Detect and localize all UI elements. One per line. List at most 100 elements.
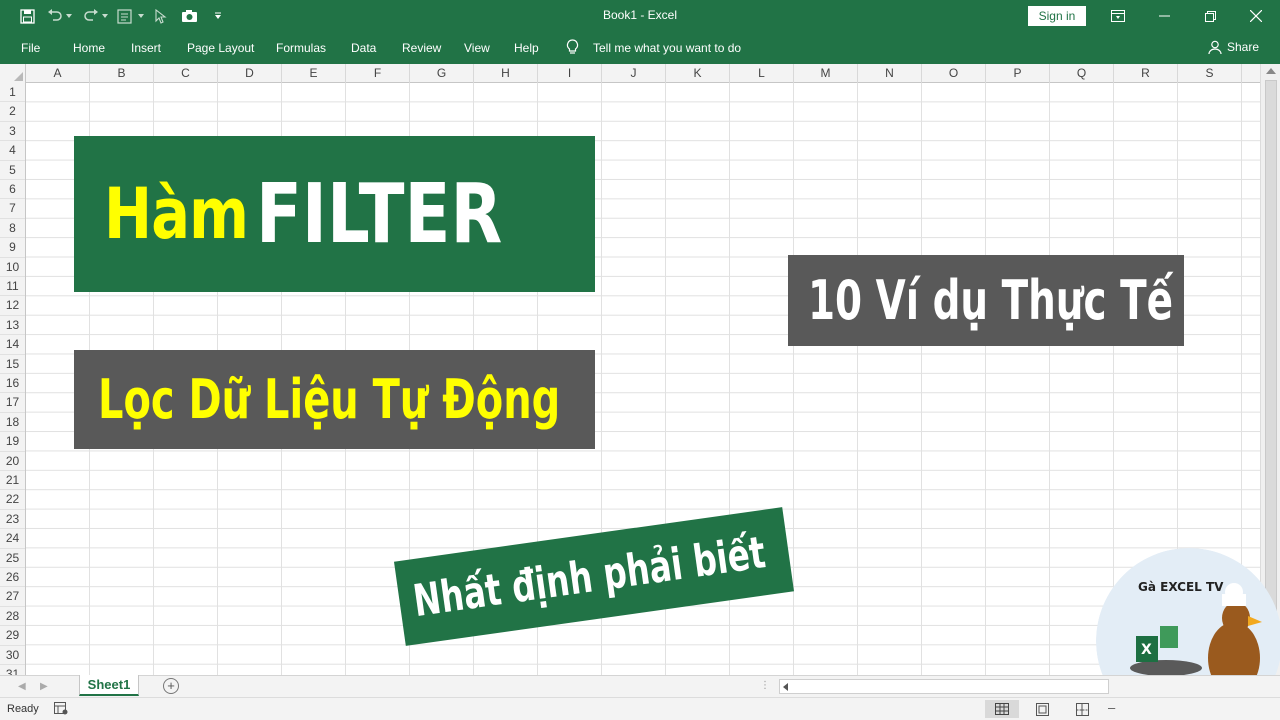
- tab-formulas[interactable]: Formulas: [276, 41, 326, 55]
- row-header[interactable]: 22: [0, 490, 25, 510]
- column-header[interactable]: S: [1178, 64, 1242, 83]
- vertical-scroll-thumb[interactable]: [1265, 80, 1277, 660]
- tab-view[interactable]: View: [464, 41, 490, 55]
- column-header[interactable]: O: [922, 64, 986, 83]
- row-header[interactable]: 3: [0, 122, 25, 142]
- select-all-corner[interactable]: [0, 64, 26, 83]
- tab-home[interactable]: Home: [73, 41, 105, 55]
- zoom-out-icon[interactable]: –: [1108, 700, 1115, 715]
- column-header[interactable]: B: [90, 64, 154, 83]
- row-header[interactable]: 21: [0, 471, 25, 491]
- sheet-tab-sheet1[interactable]: Sheet1: [79, 675, 139, 696]
- column-header[interactable]: K: [666, 64, 730, 83]
- camera-icon[interactable]: [181, 7, 198, 25]
- title-word-filter: FILTER: [255, 166, 503, 262]
- tell-me-search[interactable]: Tell me what you want to do: [593, 41, 741, 55]
- row-header[interactable]: 2: [0, 102, 25, 122]
- ribbon-display-icon[interactable]: [1103, 4, 1133, 28]
- column-header[interactable]: H: [474, 64, 538, 83]
- svg-text:X: X: [1141, 642, 1152, 658]
- close-icon[interactable]: [1241, 4, 1271, 28]
- share-label: Share: [1227, 40, 1260, 54]
- pointer-icon[interactable]: [155, 7, 167, 25]
- macro-recording-icon[interactable]: [54, 702, 68, 718]
- row-header[interactable]: 27: [0, 587, 25, 607]
- row-header[interactable]: 26: [0, 568, 25, 588]
- row-header[interactable]: 23: [0, 510, 25, 530]
- column-header[interactable]: L: [730, 64, 794, 83]
- tab-help[interactable]: Help: [514, 41, 539, 55]
- row-header[interactable]: 18: [0, 413, 25, 433]
- column-header[interactable]: E: [282, 64, 346, 83]
- row-header[interactable]: 7: [0, 199, 25, 219]
- row-header[interactable]: 8: [0, 219, 25, 239]
- page-break-view-icon[interactable]: [1065, 700, 1099, 718]
- row-header[interactable]: 11: [0, 277, 25, 297]
- sheet-next-icon[interactable]: ▶: [40, 681, 48, 692]
- lightbulb-icon[interactable]: [566, 39, 579, 61]
- row-header[interactable]: 17: [0, 393, 25, 413]
- share-button[interactable]: Share: [1208, 40, 1259, 54]
- column-header[interactable]: Q: [1050, 64, 1114, 83]
- undo-dropdown-icon[interactable]: [66, 7, 72, 25]
- column-header[interactable]: R: [1114, 64, 1178, 83]
- row-header[interactable]: 14: [0, 335, 25, 355]
- row-header[interactable]: 28: [0, 607, 25, 627]
- row-header[interactable]: 4: [0, 141, 25, 161]
- column-header[interactable]: F: [346, 64, 410, 83]
- sheet-prev-icon[interactable]: ◀: [18, 681, 26, 692]
- row-header[interactable]: 6: [0, 180, 25, 200]
- row-header[interactable]: 1: [0, 83, 25, 103]
- customize-icon[interactable]: [214, 7, 222, 25]
- redo-dropdown-icon[interactable]: [102, 7, 108, 25]
- tab-insert[interactable]: Insert: [131, 41, 161, 55]
- form-dropdown-icon[interactable]: [138, 7, 144, 25]
- title-banner: Hàm FILTER: [74, 136, 595, 292]
- row-header[interactable]: 24: [0, 529, 25, 549]
- tab-splitter-icon[interactable]: ⋮: [760, 680, 770, 691]
- sign-in-button[interactable]: Sign in: [1028, 6, 1086, 26]
- row-header[interactable]: 25: [0, 549, 25, 568]
- scroll-left-icon[interactable]: [783, 683, 788, 691]
- column-header[interactable]: C: [154, 64, 218, 83]
- row-header[interactable]: 15: [0, 355, 25, 374]
- scroll-up-icon[interactable]: [1266, 68, 1276, 74]
- row-header[interactable]: 12: [0, 296, 25, 316]
- row-header[interactable]: 19: [0, 432, 25, 452]
- column-header[interactable]: M: [794, 64, 858, 83]
- column-header[interactable]: D: [218, 64, 282, 83]
- vertical-scrollbar[interactable]: [1260, 64, 1280, 675]
- form-icon[interactable]: [117, 7, 132, 25]
- minimize-icon[interactable]: [1149, 4, 1179, 28]
- page-layout-view-icon[interactable]: [1025, 700, 1059, 718]
- title-bar: Book1 - Excel Sign in: [0, 0, 1280, 32]
- column-header[interactable]: I: [538, 64, 602, 83]
- row-header[interactable]: 20: [0, 452, 25, 471]
- tab-review[interactable]: Review: [402, 41, 441, 55]
- tab-page-layout[interactable]: Page Layout: [187, 41, 254, 55]
- row-header[interactable]: 31: [0, 665, 25, 675]
- column-header[interactable]: J: [602, 64, 666, 83]
- horizontal-scrollbar[interactable]: [779, 679, 1109, 694]
- row-header[interactable]: 5: [0, 161, 25, 180]
- row-header[interactable]: 29: [0, 626, 25, 646]
- row-header[interactable]: 16: [0, 374, 25, 394]
- person-icon: [1208, 40, 1222, 54]
- normal-view-icon[interactable]: [985, 700, 1019, 718]
- row-header[interactable]: 9: [0, 238, 25, 258]
- undo-icon[interactable]: [47, 7, 63, 25]
- row-header[interactable]: 30: [0, 646, 25, 665]
- column-header[interactable]: A: [26, 64, 90, 83]
- column-header[interactable]: G: [410, 64, 474, 83]
- add-sheet-icon[interactable]: +: [163, 678, 179, 694]
- redo-icon[interactable]: [83, 7, 99, 25]
- examples-banner: 10 Ví dụ Thực Tế: [788, 255, 1184, 346]
- row-header[interactable]: 13: [0, 316, 25, 336]
- tab-data[interactable]: Data: [351, 41, 376, 55]
- column-header[interactable]: N: [858, 64, 922, 83]
- column-header[interactable]: P: [986, 64, 1050, 83]
- save-icon[interactable]: [20, 7, 35, 25]
- tab-file[interactable]: File: [21, 41, 40, 55]
- row-header[interactable]: 10: [0, 258, 25, 277]
- restore-icon[interactable]: [1195, 4, 1225, 28]
